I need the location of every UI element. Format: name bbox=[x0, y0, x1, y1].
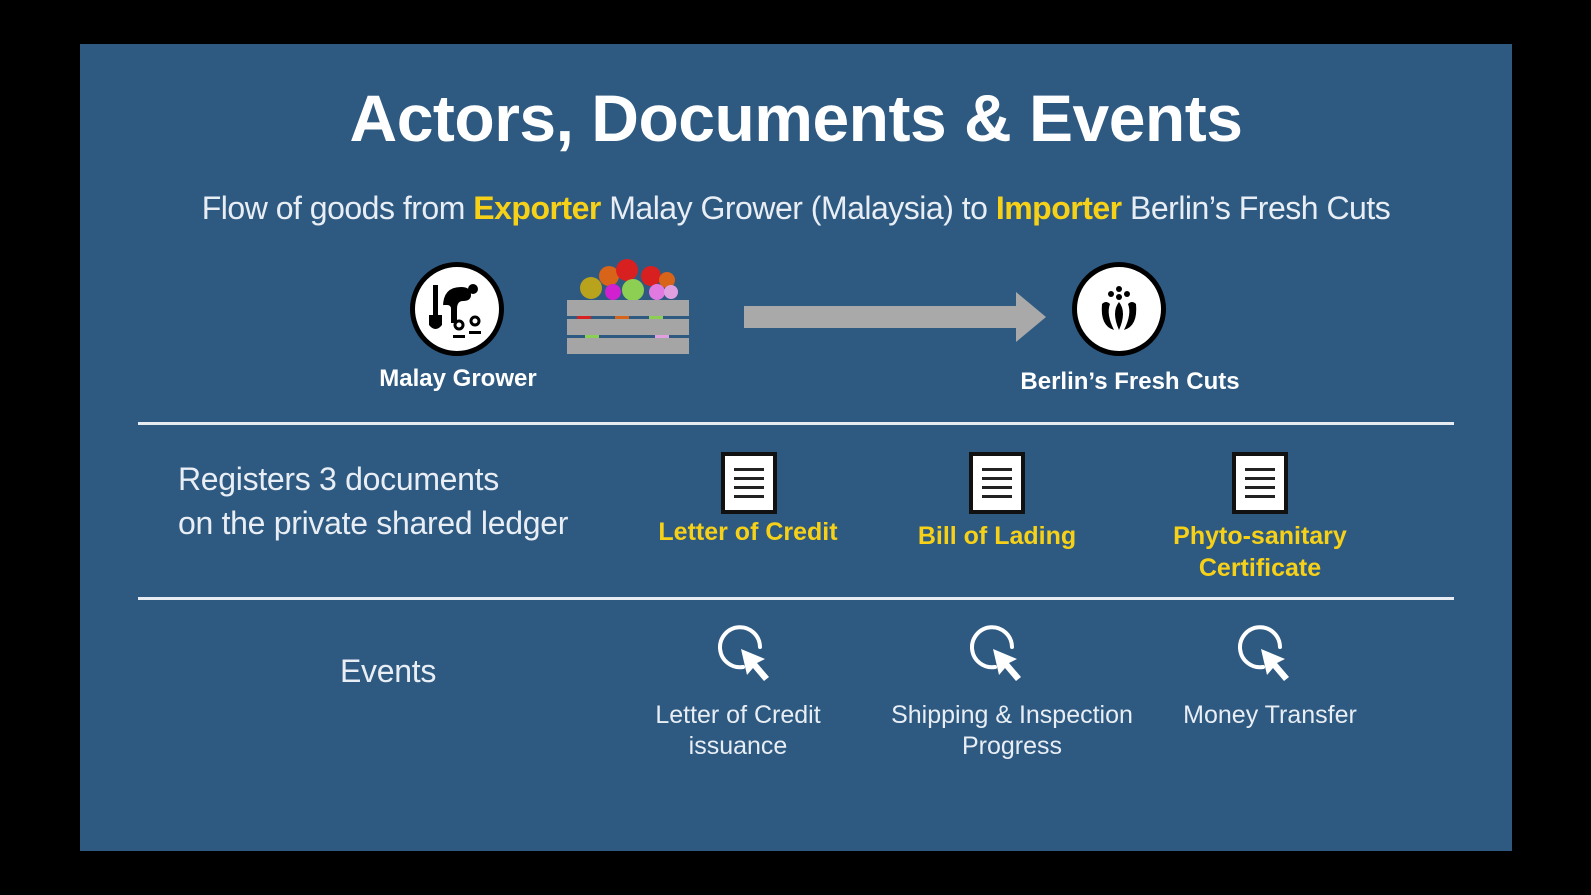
documents-label-line1: Registers 3 documents bbox=[178, 461, 499, 497]
document-icon bbox=[969, 452, 1025, 514]
event-label-line1: Letter of Credit bbox=[655, 701, 821, 729]
importer-name: Berlin’s Fresh Cuts bbox=[1121, 190, 1391, 226]
documents-row-label: Registers 3 documents on the private sha… bbox=[178, 457, 568, 545]
flower-crate-icon bbox=[565, 256, 689, 356]
click-cursor-icon bbox=[713, 621, 783, 691]
click-cursor-icon bbox=[965, 621, 1035, 691]
event-label-line2: issuance bbox=[688, 732, 788, 760]
tulip-icon bbox=[1072, 262, 1166, 356]
event-label-shipping-inspection: Shipping & Inspection Progress bbox=[862, 700, 1162, 762]
actor-label-importer: Berlin’s Fresh Cuts bbox=[1020, 368, 1240, 395]
event-label-loc-issuance: Letter of Credit issuance bbox=[618, 700, 858, 762]
slide-title: Actors, Documents & Events bbox=[349, 81, 1243, 155]
divider-top bbox=[138, 422, 1454, 425]
document-label-bill-of-lading: Bill of Lading bbox=[917, 522, 1077, 550]
event-label-line1: Money Transfer bbox=[1183, 701, 1357, 729]
documents-label-line2: on the private shared ledger bbox=[178, 505, 569, 541]
importer-tag: Importer bbox=[995, 190, 1122, 226]
exporter-name: Malay Grower (Malaysia) to bbox=[600, 190, 996, 226]
event-label-line1: Shipping & Inspection bbox=[891, 701, 1133, 729]
document-label-letter-of-credit: Letter of Credit bbox=[658, 518, 838, 546]
slide: Actors, Documents & Events Flow of goods… bbox=[80, 44, 1512, 851]
right-arrow-icon bbox=[744, 292, 1046, 342]
subtitle-prefix: Flow of goods from bbox=[201, 190, 474, 226]
document-label-phytosanitary-certificate: Phyto-sanitary Certificate bbox=[1130, 520, 1390, 584]
event-label-money-transfer: Money Transfer bbox=[1150, 700, 1390, 731]
phyto-label-line2: Certificate bbox=[1198, 554, 1322, 582]
slide-subtitle: Flow of goods from Exporter Malay Grower… bbox=[80, 190, 1512, 227]
events-row-label: Events bbox=[340, 653, 437, 689]
gardener-icon bbox=[410, 262, 504, 356]
event-label-line2: Progress bbox=[961, 732, 1063, 760]
document-icon bbox=[721, 452, 777, 514]
phyto-label-line1: Phyto-sanitary bbox=[1173, 522, 1347, 550]
document-icon bbox=[1232, 452, 1288, 514]
divider-bottom bbox=[138, 597, 1454, 600]
click-cursor-icon bbox=[1233, 621, 1303, 691]
actor-label-exporter: Malay Grower bbox=[379, 365, 537, 392]
exporter-tag: Exporter bbox=[473, 190, 601, 226]
